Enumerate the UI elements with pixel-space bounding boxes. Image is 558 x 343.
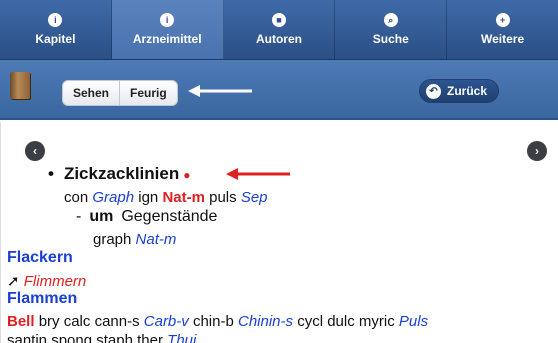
remedy-abbrev[interactable]: chin-b bbox=[193, 313, 234, 330]
prev-arrow-icon[interactable]: ‹ bbox=[25, 141, 45, 161]
remedy-abbrev[interactable]: bry bbox=[39, 313, 60, 330]
crossref-label: Flimmern bbox=[23, 273, 87, 290]
segment-feurig[interactable]: Feurig bbox=[119, 81, 177, 105]
remedy-abbrev[interactable]: Bell bbox=[7, 313, 35, 330]
plus-icon: + bbox=[495, 13, 510, 27]
subrubric: - um Gegenstände bbox=[76, 208, 217, 226]
info-icon: i bbox=[48, 13, 63, 27]
medicine-icon: i bbox=[160, 13, 175, 27]
marker-dot-icon: ● bbox=[183, 168, 191, 182]
annotation-arrow-white-icon bbox=[188, 85, 252, 97]
remedy-abbrev[interactable]: Puls bbox=[399, 313, 428, 330]
tab-weitere[interactable]: + Weitere bbox=[447, 0, 558, 59]
remedy-abbrev[interactable]: Nat-m bbox=[162, 189, 205, 206]
back-icon: ↶ bbox=[426, 83, 441, 99]
remedy-abbrev[interactable]: cycl bbox=[297, 313, 323, 330]
remedy-line: Bell bry calc cann-s Carb-v chin-b Chini… bbox=[7, 313, 428, 330]
back-label: Zurück bbox=[447, 84, 488, 98]
crossref-flimmern[interactable]: ➚ Flimmern bbox=[7, 272, 86, 290]
entry-title: • Zickzacklinien ● bbox=[48, 164, 190, 184]
subrubric-word: um bbox=[89, 208, 114, 225]
tab-suche[interactable]: ⌕ Suche bbox=[335, 0, 448, 59]
tab-autoren[interactable]: ■ Autoren bbox=[224, 0, 336, 59]
remedy-abbrev[interactable]: Chinin-s bbox=[238, 313, 293, 330]
tab-label: Arzneimittel bbox=[132, 32, 202, 46]
remedy-abbrev[interactable]: myric bbox=[359, 313, 395, 330]
remedy-abbrev[interactable]: Thuj bbox=[167, 332, 196, 343]
bullet: • bbox=[48, 164, 54, 183]
remedy-line: graph Nat-m bbox=[93, 231, 176, 248]
remedy-abbrev[interactable]: Graph bbox=[92, 189, 134, 206]
entry-title-text: Zickzacklinien bbox=[63, 164, 180, 183]
subrubric-text: Gegenstände bbox=[121, 208, 218, 225]
tab-arzneimittel[interactable]: i Arzneimittel bbox=[111, 0, 224, 59]
remedy-abbrev[interactable]: staph bbox=[96, 332, 133, 343]
tab-label: Suche bbox=[372, 32, 409, 46]
breadcrumb-segments: Sehen Feurig bbox=[62, 80, 178, 106]
remedy-abbrev[interactable]: graph bbox=[93, 231, 131, 248]
remedy-abbrev[interactable]: santin bbox=[7, 332, 47, 343]
remedy-line: santin spong staph ther Thuj bbox=[7, 332, 196, 343]
remedy-abbrev[interactable]: cann-s bbox=[95, 313, 140, 330]
segment-sehen[interactable]: Sehen bbox=[63, 81, 119, 105]
remedy-abbrev[interactable]: spong bbox=[51, 332, 92, 343]
remedy-line: con Graph ign Nat-m puls Sep bbox=[64, 189, 268, 206]
tab-label: Weitere bbox=[481, 32, 525, 46]
remedy-abbrev[interactable]: dulc bbox=[327, 313, 355, 330]
content-area: ‹ › • Zickzacklinien ● con Graph ign Nat-m… bbox=[0, 122, 558, 343]
remedy-abbrev[interactable]: calc bbox=[64, 313, 91, 330]
remedy-abbrev[interactable]: Nat-m bbox=[136, 231, 177, 248]
rubric-flackern[interactable]: Flackern bbox=[7, 249, 73, 267]
tab-bar: i Kapitel i Arzneimittel ■ Autoren ⌕ Suc… bbox=[0, 0, 558, 60]
remedy-abbrev[interactable]: Carb-v bbox=[144, 313, 189, 330]
remedy-abbrev[interactable]: Sep bbox=[241, 189, 268, 206]
remedy-abbrev[interactable]: ign bbox=[138, 189, 158, 206]
remedy-abbrev[interactable]: con bbox=[64, 189, 88, 206]
toolbar: Sehen Feurig ↶ Zurück bbox=[0, 60, 558, 120]
crossref-arrow-icon: ➚ bbox=[7, 273, 20, 290]
book-icon: ■ bbox=[271, 13, 286, 27]
search-icon: ⌕ bbox=[383, 13, 398, 27]
tab-kapitel[interactable]: i Kapitel bbox=[0, 0, 112, 59]
tab-label: Autoren bbox=[255, 32, 302, 46]
next-arrow-icon[interactable]: › bbox=[527, 141, 547, 161]
tab-label: Kapitel bbox=[35, 32, 76, 46]
subrubric-dash: - bbox=[76, 208, 82, 225]
back-button[interactable]: ↶ Zurück bbox=[419, 79, 499, 103]
remedy-abbrev[interactable]: ther bbox=[137, 332, 163, 343]
remedy-abbrev[interactable]: puls bbox=[209, 189, 237, 206]
annotation-arrow-red-icon bbox=[226, 168, 290, 180]
rubric-flammen[interactable]: Flammen bbox=[7, 290, 77, 308]
book-icon[interactable] bbox=[10, 72, 30, 99]
